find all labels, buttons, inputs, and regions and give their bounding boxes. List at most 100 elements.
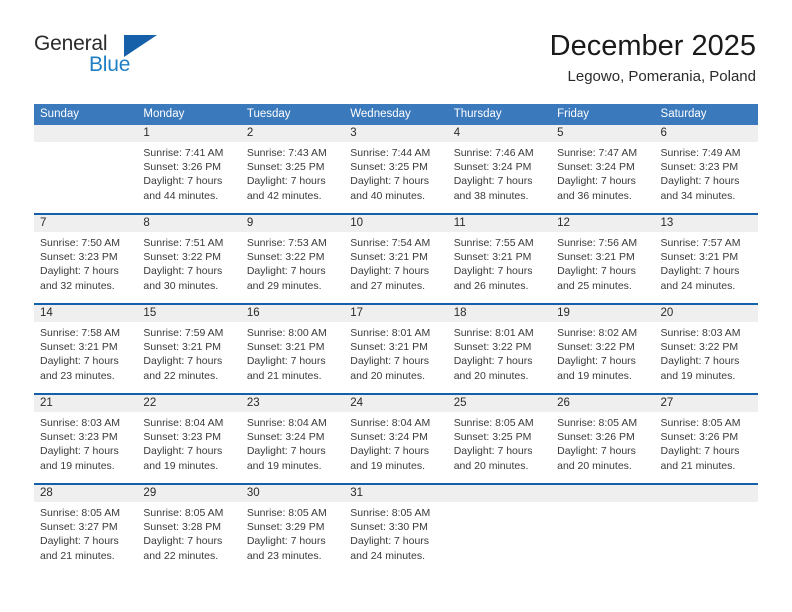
day-number-11[interactable]: 11	[448, 215, 551, 232]
day-cell-9[interactable]: Sunrise: 7:53 AM Sunset: 3:22 PM Daylight:…	[241, 232, 344, 303]
day-cell-26[interactable]: Sunrise: 8:05 AM Sunset: 3:26 PM Daylight:…	[551, 412, 654, 483]
weekday-header-thursday: Thursday	[453, 108, 502, 120]
sunset-text: Sunset: 3:24 PM	[350, 431, 428, 444]
sunset-text: Sunset: 3:22 PM	[660, 341, 739, 354]
day-number-19[interactable]: 19	[551, 305, 654, 322]
weekday-header-friday: Friday	[557, 108, 590, 120]
day-number-20[interactable]: 20	[655, 305, 758, 322]
sunrise-text: Sunrise: 8:00 AM	[246, 327, 327, 339]
day-number-6[interactable]: 6	[655, 125, 758, 142]
day-number-3[interactable]: 3	[344, 125, 447, 142]
sunrise-text: Sunrise: 8:04 AM	[143, 417, 224, 429]
day-cell-18[interactable]: Sunrise: 8:01 AM Sunset: 3:22 PM Daylight:…	[448, 322, 551, 393]
daylight-text-cont: and 25 minutes.	[557, 279, 632, 292]
daylight-text-cont: and 21 minutes.	[246, 369, 322, 382]
day-cell-5[interactable]: Sunrise: 7:47 AM Sunset: 3:24 PM Daylight:…	[551, 142, 654, 213]
day-cell-31[interactable]: Sunrise: 8:05 AM Sunset: 3:30 PM Daylight:…	[344, 502, 447, 573]
day-cell-30[interactable]: Sunrise: 8:05 AM Sunset: 3:29 PM Daylight:…	[241, 502, 344, 573]
day-cell-22[interactable]: Sunrise: 8:04 AM Sunset: 3:23 PM Daylight:…	[137, 412, 240, 483]
day-cell-27[interactable]: Sunrise: 8:05 AM Sunset: 3:26 PM Daylight:…	[655, 412, 758, 483]
day-number-29[interactable]: 29	[137, 485, 240, 502]
day-cell-28[interactable]: Sunrise: 8:05 AM Sunset: 3:27 PM Daylight:…	[34, 502, 137, 573]
sunrise-text: Sunrise: 7:56 AM	[557, 237, 638, 249]
day-number-18[interactable]: 18	[448, 305, 551, 322]
sunrise-text: Sunrise: 7:44 AM	[350, 147, 431, 159]
sunset-text: Sunset: 3:28 PM	[143, 521, 222, 534]
day-number-27[interactable]: 27	[655, 395, 758, 412]
day-number-30[interactable]: 30	[241, 485, 344, 502]
daylight-text-cont: and 19 minutes.	[557, 369, 632, 382]
day-number-28[interactable]: 28	[34, 485, 137, 502]
day-number-2[interactable]: 2	[241, 125, 344, 142]
day-cell-15[interactable]: Sunrise: 7:59 AM Sunset: 3:21 PM Daylight:…	[137, 322, 240, 393]
day-number-band: 14 15 16 17 18 19 20	[34, 305, 758, 322]
day-cell-24[interactable]: Sunrise: 8:04 AM Sunset: 3:24 PM Daylight:…	[344, 412, 447, 483]
day-cell-empty	[34, 142, 137, 213]
daylight-text-cont: and 42 minutes.	[246, 189, 322, 202]
day-number-1[interactable]: 1	[137, 125, 240, 142]
day-number-26[interactable]: 26	[551, 395, 654, 412]
day-number-8[interactable]: 8	[137, 215, 240, 232]
day-number-24[interactable]: 24	[344, 395, 447, 412]
daylight-text-cont: and 19 minutes.	[350, 459, 425, 472]
daylight-text: Daylight: 7 hours	[557, 355, 636, 368]
daylight-text: Daylight: 7 hours	[40, 445, 119, 458]
day-number-band: 7 8 9 10 11 12 13	[34, 215, 758, 232]
page-subtitle: Legowo, Pomerania, Poland	[567, 68, 756, 86]
daylight-text: Daylight: 7 hours	[660, 445, 740, 458]
sunrise-text: Sunrise: 7:50 AM	[40, 237, 120, 249]
sunset-text: Sunset: 3:21 PM	[350, 251, 428, 264]
day-number-23[interactable]: 23	[241, 395, 344, 412]
day-number-14[interactable]: 14	[34, 305, 137, 322]
day-number-10[interactable]: 10	[344, 215, 447, 232]
sunrise-text: Sunrise: 7:51 AM	[143, 237, 224, 249]
day-cell-17[interactable]: Sunrise: 8:01 AM Sunset: 3:21 PM Daylight:…	[344, 322, 447, 393]
daylight-text: Daylight: 7 hours	[143, 535, 223, 548]
day-number-21[interactable]: 21	[34, 395, 137, 412]
day-cell-16[interactable]: Sunrise: 8:00 AM Sunset: 3:21 PM Daylight:…	[241, 322, 344, 393]
daylight-text: Daylight: 7 hours	[350, 445, 430, 458]
daylight-text: Daylight: 7 hours	[557, 175, 636, 188]
day-cell-2[interactable]: Sunrise: 7:43 AM Sunset: 3:25 PM Daylight:…	[241, 142, 344, 213]
day-cell-21[interactable]: Sunrise: 8:03 AM Sunset: 3:23 PM Daylight:…	[34, 412, 137, 483]
day-number-5[interactable]: 5	[551, 125, 654, 142]
day-number-13[interactable]: 13	[655, 215, 758, 232]
day-cell-19[interactable]: Sunrise: 8:02 AM Sunset: 3:22 PM Daylight:…	[551, 322, 654, 393]
day-number-15[interactable]: 15	[137, 305, 240, 322]
day-cell-12[interactable]: Sunrise: 7:56 AM Sunset: 3:21 PM Daylight:…	[551, 232, 654, 303]
day-cell-10[interactable]: Sunrise: 7:54 AM Sunset: 3:21 PM Daylight:…	[344, 232, 447, 303]
daylight-text: Daylight: 7 hours	[246, 175, 326, 188]
daylight-text-cont: and 21 minutes.	[660, 459, 736, 472]
day-cell-1[interactable]: Sunrise: 7:41 AM Sunset: 3:26 PM Daylight:…	[137, 142, 240, 213]
daylight-text-cont: and 32 minutes.	[40, 279, 115, 292]
day-number-17[interactable]: 17	[344, 305, 447, 322]
sunset-text: Sunset: 3:22 PM	[453, 341, 532, 354]
day-cell-4[interactable]: Sunrise: 7:46 AM Sunset: 3:24 PM Daylight:…	[448, 142, 551, 213]
day-cell-20[interactable]: Sunrise: 8:03 AM Sunset: 3:22 PM Daylight:…	[655, 322, 758, 393]
daylight-text-cont: and 27 minutes.	[350, 279, 425, 292]
day-cell-6[interactable]: Sunrise: 7:49 AM Sunset: 3:23 PM Daylight:…	[655, 142, 758, 213]
day-number-9[interactable]: 9	[241, 215, 344, 232]
day-cell-11[interactable]: Sunrise: 7:55 AM Sunset: 3:21 PM Daylight:…	[448, 232, 551, 303]
day-cell-3[interactable]: Sunrise: 7:44 AM Sunset: 3:25 PM Daylight:…	[344, 142, 447, 213]
day-cell-29[interactable]: Sunrise: 8:05 AM Sunset: 3:28 PM Daylight:…	[137, 502, 240, 573]
day-cell-8[interactable]: Sunrise: 7:51 AM Sunset: 3:22 PM Daylight:…	[137, 232, 240, 303]
day-cell-14[interactable]: Sunrise: 7:58 AM Sunset: 3:21 PM Daylight:…	[34, 322, 137, 393]
calendar-week-row: 21 22 23 24 25 26 27 Sunrise: 8:03 AM Sunset: 3:…	[34, 393, 758, 483]
day-number-band: 123456	[34, 125, 758, 142]
day-number-4[interactable]: 4	[448, 125, 551, 142]
day-number-7[interactable]: 7	[34, 215, 137, 232]
brand-logo[interactable]: General Blue	[34, 33, 184, 81]
day-cell-23[interactable]: Sunrise: 8:04 AM Sunset: 3:24 PM Daylight:…	[241, 412, 344, 483]
day-number-16[interactable]: 16	[241, 305, 344, 322]
day-number-12[interactable]: 12	[551, 215, 654, 232]
day-cell-25[interactable]: Sunrise: 8:05 AM Sunset: 3:25 PM Daylight:…	[448, 412, 551, 483]
sunrise-text: Sunrise: 7:55 AM	[453, 237, 534, 249]
day-number-25[interactable]: 25	[448, 395, 551, 412]
day-number-31[interactable]: 31	[344, 485, 447, 502]
day-cell-7[interactable]: Sunrise: 7:50 AM Sunset: 3:23 PM Daylight:…	[34, 232, 137, 303]
day-number-22[interactable]: 22	[137, 395, 240, 412]
sunset-text: Sunset: 3:21 PM	[350, 341, 428, 354]
day-cell-13[interactable]: Sunrise: 7:57 AM Sunset: 3:21 PM Daylight:…	[655, 232, 758, 303]
day-cell-empty	[551, 502, 654, 573]
